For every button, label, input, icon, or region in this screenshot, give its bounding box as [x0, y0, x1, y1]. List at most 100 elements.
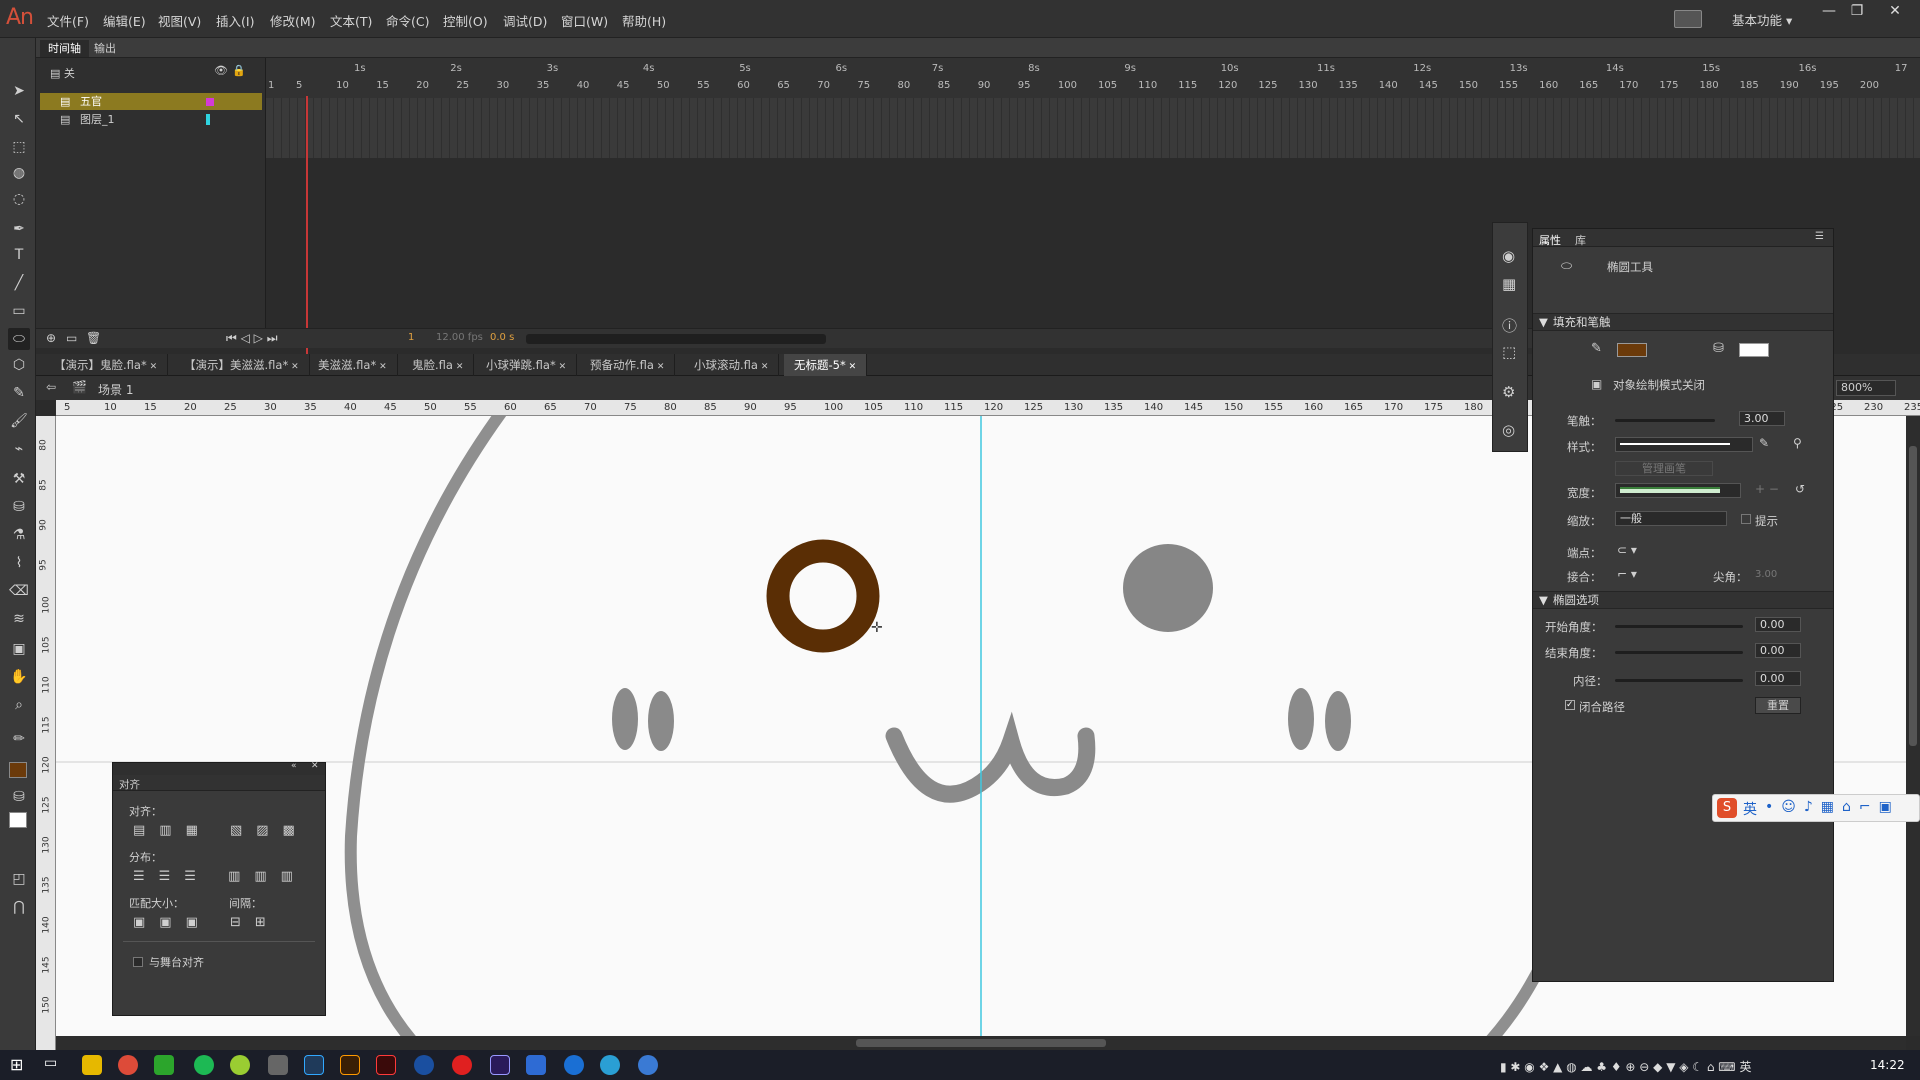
inner-radius-slider[interactable]	[1615, 679, 1743, 682]
stroke-slider[interactable]	[1615, 419, 1715, 422]
object-draw-icon[interactable]: ▣	[1591, 377, 1602, 391]
bone-tool-icon[interactable]: ⚒	[8, 468, 30, 490]
oval-options-section[interactable]: ▼ 椭圆选项	[1533, 591, 1833, 609]
scale-select[interactable]: 一般	[1615, 511, 1727, 526]
close-tab-icon[interactable]: ✕	[846, 362, 857, 372]
stroke-color-icon[interactable]: ✏	[8, 728, 30, 750]
distribute-buttons[interactable]: ☰☰☰ ▥▥▥	[133, 869, 307, 884]
eraser-icon[interactable]: ⌫	[8, 580, 30, 602]
clock[interactable]: 14:22	[1870, 1058, 1905, 1072]
width-add-icon[interactable]: + −	[1755, 482, 1779, 496]
rectangle-tool-icon[interactable]: ▭	[8, 300, 30, 322]
close-tab-icon[interactable]: ✕	[556, 362, 567, 372]
hand-tool-icon[interactable]: ✋	[8, 666, 30, 688]
camera-tool-icon[interactable]: ▣	[8, 638, 30, 660]
brush-tool-icon[interactable]: 🖌	[8, 410, 30, 432]
fill-stroke-section[interactable]: ▼ 填充和笔触	[1533, 313, 1833, 331]
zoom-tool-icon[interactable]: ⌕	[8, 694, 30, 716]
line-tool-icon[interactable]: ╱	[8, 272, 30, 294]
minimize-icon[interactable]: —	[1818, 3, 1840, 19]
sync-settings-icon[interactable]	[1674, 10, 1702, 28]
transform-icon[interactable]: ⬚	[1502, 343, 1516, 361]
menu-item[interactable]: 帮助(H)	[622, 11, 666, 30]
windows-start-icon[interactable]: ⊞	[10, 1055, 23, 1074]
polystar-tool-icon[interactable]: ⬡	[8, 354, 30, 376]
close-tab-icon[interactable]: ✕	[758, 362, 769, 372]
system-tray[interactable]: ▮ ✱ ◉ ❖ ▲ ◍ ☁ ♣ ♦ ⊕ ⊖ ◆ ▼ ◈ ☾ ⌂ ⌨ 英	[1500, 1058, 1751, 1075]
menu-item[interactable]: 插入(I)	[216, 11, 254, 30]
back-arrow-icon[interactable]: ⇦	[46, 380, 56, 394]
sogou-icon[interactable]: S	[1717, 798, 1737, 818]
color-icon[interactable]: ◉	[1502, 247, 1515, 265]
stage-vscroll[interactable]	[1906, 416, 1920, 1036]
close-icon[interactable]: ✕	[1884, 3, 1906, 19]
snap-magnet-icon[interactable]: ⋂	[8, 896, 30, 918]
text-tool-icon[interactable]: T	[8, 244, 30, 266]
app-icon-15[interactable]	[600, 1055, 620, 1075]
width-profile-select[interactable]	[1615, 483, 1741, 498]
document-tab[interactable]: 预备动作.fla ✕	[580, 354, 676, 376]
paint-brush-icon[interactable]: ⌁	[8, 438, 30, 460]
document-tab[interactable]: 【演示】鬼脸.fla* ✕	[44, 354, 169, 376]
menu-item[interactable]: 修改(M)	[270, 11, 316, 30]
swatches-icon[interactable]: ▦	[1502, 275, 1516, 293]
restore-icon[interactable]: ❐	[1846, 3, 1868, 19]
document-tab[interactable]: 无标题-5* ✕	[784, 354, 868, 376]
document-tab[interactable]: 美滋滋.fla* ✕	[308, 354, 398, 376]
start-angle-slider[interactable]	[1615, 625, 1743, 628]
3d-rotation-icon[interactable]: ◍	[8, 162, 30, 184]
new-layer-icon[interactable]: ⊕	[46, 331, 56, 345]
tab-output[interactable]: 输出	[86, 40, 124, 57]
miter-field[interactable]: 3.00	[1755, 569, 1777, 580]
brush-library-icon[interactable]: ⚲	[1793, 436, 1802, 450]
document-tab[interactable]: 小球弹跳.fla* ✕	[476, 354, 578, 376]
components-icon[interactable]: ⚙	[1502, 383, 1515, 401]
edit-style-pencil-icon[interactable]: ✎	[1759, 436, 1769, 450]
ime-tools-icons[interactable]: •☺♪▦⌂⌐▣	[1765, 799, 1900, 815]
join-style-icon[interactable]: ⌐ ▾	[1617, 567, 1637, 581]
task-view-icon[interactable]: ▭	[44, 1055, 57, 1071]
layer-row[interactable]: ▤ 图层_1	[40, 111, 262, 128]
animate-icon[interactable]	[376, 1055, 396, 1075]
stage-align-checkbox[interactable]	[133, 957, 143, 967]
pencil-tool-icon[interactable]: ✎	[8, 382, 30, 404]
oval-tool-icon[interactable]: ⬭	[8, 328, 30, 350]
app-icon-6[interactable]	[268, 1055, 288, 1075]
close-path-checkbox[interactable]: ✓	[1565, 700, 1575, 710]
brown-ring[interactable]	[766, 539, 880, 653]
end-angle-slider[interactable]	[1615, 651, 1743, 654]
ime-lang[interactable]: 英	[1743, 799, 1757, 819]
app-icon-4[interactable]	[194, 1055, 214, 1075]
workspace-switcher[interactable]: 基本功能 ▾	[1732, 10, 1792, 29]
menu-item[interactable]: 控制(O)	[443, 11, 488, 30]
frames-grid[interactable]	[266, 98, 1920, 158]
collapse-icon[interactable]: «	[291, 761, 297, 771]
close-tab-icon[interactable]: ✕	[453, 362, 464, 372]
subselection-tool-icon[interactable]: ↖	[8, 108, 30, 130]
hint-checkbox[interactable]	[1741, 514, 1751, 524]
cap-style-icon[interactable]: ⊂ ▾	[1617, 543, 1637, 557]
match-size-buttons[interactable]: ▣▣▣ ⊟⊞	[133, 915, 280, 930]
pen-tool-icon[interactable]: ✒	[8, 218, 30, 240]
tab-timeline[interactable]: 时间轴	[40, 40, 89, 57]
document-tab[interactable]: 鬼脸.fla ✕	[402, 354, 475, 376]
app-icon-16[interactable]	[638, 1055, 658, 1075]
eyedropper-icon[interactable]: ⌇	[8, 552, 30, 574]
close-icon[interactable]: ✕	[311, 761, 319, 771]
play-controls-icon[interactable]: ⏮ ◁ ▷ ⏭	[226, 331, 278, 346]
menu-item[interactable]: 调试(D)	[503, 11, 547, 30]
app-icon-13[interactable]	[526, 1055, 546, 1075]
lock-icon[interactable]: 🔒	[232, 64, 246, 77]
timeline-hscroll[interactable]	[526, 334, 826, 344]
info-icon[interactable]: ⓘ	[1502, 315, 1517, 336]
paint-bucket-icon[interactable]: ⛁	[8, 496, 30, 518]
panel-menu-icon[interactable]: ☰	[1815, 231, 1824, 242]
reset-button[interactable]: 重置	[1755, 697, 1801, 714]
stroke-style-select[interactable]	[1615, 437, 1753, 452]
layer-row[interactable]: ▤ 五官	[40, 93, 262, 110]
document-tab[interactable]: 小球滚动.fla ✕	[684, 354, 780, 376]
menu-item[interactable]: 文件(F)	[47, 11, 89, 30]
fps-value[interactable]: 12.00 fps	[436, 332, 483, 343]
width-tool-icon[interactable]: ≋	[8, 608, 30, 630]
end-angle-field[interactable]: 0.00	[1755, 643, 1801, 658]
